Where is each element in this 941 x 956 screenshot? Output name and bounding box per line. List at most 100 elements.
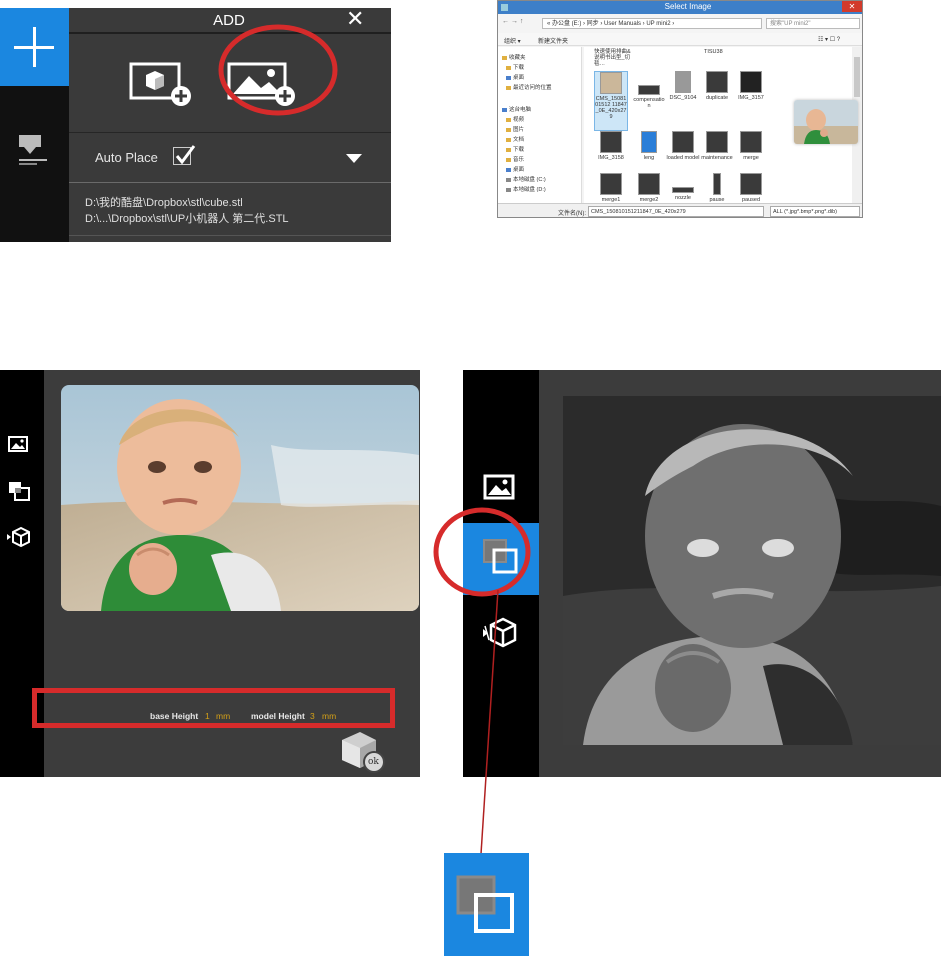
auto-place-label: Auto Place: [95, 150, 158, 165]
search-input[interactable]: 搜索"UP mini2": [766, 18, 860, 29]
address-bar[interactable]: « 办公盘 (E:) › 同步 › User Manuals › UP mini…: [542, 18, 762, 29]
scrollbar-thumb[interactable]: [854, 57, 860, 97]
divider: [69, 235, 391, 236]
image-icon[interactable]: [8, 436, 28, 452]
image-thumbnail: [641, 131, 657, 153]
sidebar-item[interactable]: 桌面: [506, 165, 524, 173]
base-height-value[interactable]: 1: [205, 711, 210, 721]
folder-icon: [506, 75, 511, 80]
nav-buttons[interactable]: ← → ↑: [502, 18, 523, 25]
cube-icon: [342, 732, 385, 773]
file-name: merge: [743, 155, 759, 161]
image-preview: [794, 100, 858, 144]
model-height-label: model Height: [251, 711, 305, 721]
add-button[interactable]: [0, 8, 77, 86]
sidebar-item[interactable]: 本地磁盘 (D:): [506, 185, 546, 193]
sidebar-item[interactable]: 文档: [506, 135, 524, 143]
highlight-circle: [218, 24, 338, 116]
image-editor: base Height 1 mm model Height 3 mm ok: [0, 370, 420, 777]
view-options[interactable]: ☷ ▾ ☐ ?: [818, 36, 840, 43]
sidebar-item[interactable]: 这台电脑: [502, 105, 531, 113]
nav-sidebar: 收藏夹 下载 桌面 最近访问的位置 这台电脑 视频 图片 文档 下载 音乐 桌面…: [498, 47, 582, 203]
base-height-unit: mm: [216, 711, 231, 721]
folder-icon: [506, 137, 511, 142]
image-thumbnail: [706, 71, 728, 93]
dialog-footer: 文件名(N): CMS_150810151211847_0E_420x279 A…: [498, 203, 862, 217]
file-name: compensation: [633, 97, 665, 109]
image-thumbnail: [740, 173, 762, 195]
height-settings-highlight: [32, 688, 395, 728]
divider: [69, 182, 391, 183]
folder-icon: [506, 117, 511, 122]
filename-input[interactable]: CMS_150810151211847_0E_420x279: [588, 206, 764, 217]
sidebar-item[interactable]: 桌面: [506, 73, 524, 81]
image-thumbnail: [600, 131, 622, 153]
invert-icon[interactable]: [7, 480, 31, 502]
folder-icon: [506, 167, 511, 172]
file-name: DSC_9104: [669, 95, 697, 101]
file-name: nozzle: [675, 195, 691, 201]
file-label[interactable]: 快速使用排曲&说明书出型_切毯…: [594, 49, 634, 67]
image-thumbnail: [672, 187, 694, 193]
plus-icon-vertical: [33, 27, 36, 67]
sidebar-item[interactable]: 下载: [506, 63, 524, 71]
image-thumbnail: [713, 173, 721, 195]
image-thumbnail: [672, 131, 694, 153]
image-thumbnail: [740, 71, 762, 93]
folder-icon: [506, 157, 511, 162]
ok-button[interactable]: ok: [338, 728, 386, 776]
toolbar: 组织 ▾ 新建文件夹 ☷ ▾ ☐ ?: [498, 33, 862, 46]
file-item[interactable]: DSC_9104: [666, 71, 700, 125]
model-icon[interactable]: [7, 526, 33, 548]
left-toolbar: [0, 8, 77, 242]
file-name: IMG_3157: [738, 95, 764, 101]
new-folder-button[interactable]: 新建文件夹: [538, 36, 568, 45]
drive-icon: [506, 177, 511, 182]
recent-file-item[interactable]: D:\...\Dropbox\stl\UP小机器人 第二代.STL: [85, 210, 289, 226]
title-bar: Select Image ✕: [498, 1, 862, 14]
sidebar-item[interactable]: 本地磁盘 (C:): [506, 175, 546, 183]
image-editor-inverted: [463, 370, 941, 777]
chevron-down-icon[interactable]: [346, 154, 362, 163]
model-height-value[interactable]: 3: [310, 711, 315, 721]
callout-line: [480, 590, 499, 855]
image-thumbnail: [740, 131, 762, 153]
organize-button[interactable]: 组织 ▾: [504, 36, 521, 45]
auto-place-checkbox[interactable]: [173, 145, 196, 165]
sidebar-item[interactable]: 图片: [506, 125, 524, 133]
file-name: duplicate: [705, 95, 729, 101]
drive-icon: [506, 187, 511, 192]
highlight-circle: [433, 507, 531, 597]
app-icon: [501, 4, 508, 11]
sidebar-item[interactable]: 下载: [506, 145, 524, 153]
folder-icon: [506, 147, 511, 152]
image-thumbnail: [675, 71, 691, 93]
file-item[interactable]: CMS_1508101512 11847_0E_420x279: [594, 71, 628, 131]
filename-label: 文件名(N):: [558, 211, 586, 217]
sidebar-item[interactable]: 音乐: [506, 155, 524, 163]
close-button[interactable]: ✕: [842, 1, 862, 12]
add-model-button[interactable]: [127, 60, 199, 108]
sidebar-item[interactable]: 视频: [506, 115, 524, 123]
file-item[interactable]: IMG_3157: [734, 71, 768, 125]
image-thumbnail: [638, 173, 660, 195]
model-height-unit: mm: [322, 711, 337, 721]
layers-icon[interactable]: [16, 132, 50, 166]
sidebar-item[interactable]: 收藏夹: [502, 53, 526, 61]
image-thumbnail: [600, 173, 622, 195]
image-icon[interactable]: [483, 474, 515, 500]
invert-icon-zoomed: [444, 853, 529, 956]
star-icon: [502, 55, 507, 60]
image-thumbnail: [706, 131, 728, 153]
file-label[interactable]: TISU38: [704, 49, 744, 55]
file-name: IMG_3158: [598, 155, 624, 161]
folder-icon: [506, 127, 511, 132]
file-name: loaded model: [666, 155, 700, 161]
window-title: Select Image: [664, 2, 712, 11]
file-type-select[interactable]: ALL (*.jpg*.bmp*.png*.dib): [770, 206, 860, 217]
file-item[interactable]: duplicate: [700, 71, 734, 125]
sidebar-item[interactable]: 最近访问的位置: [506, 83, 552, 91]
recent-file-item[interactable]: D:\我的酷盘\Dropbox\stl\cube.stl: [85, 194, 243, 210]
close-icon[interactable]: ✕: [346, 8, 364, 32]
image-thumbnail: [600, 72, 622, 94]
